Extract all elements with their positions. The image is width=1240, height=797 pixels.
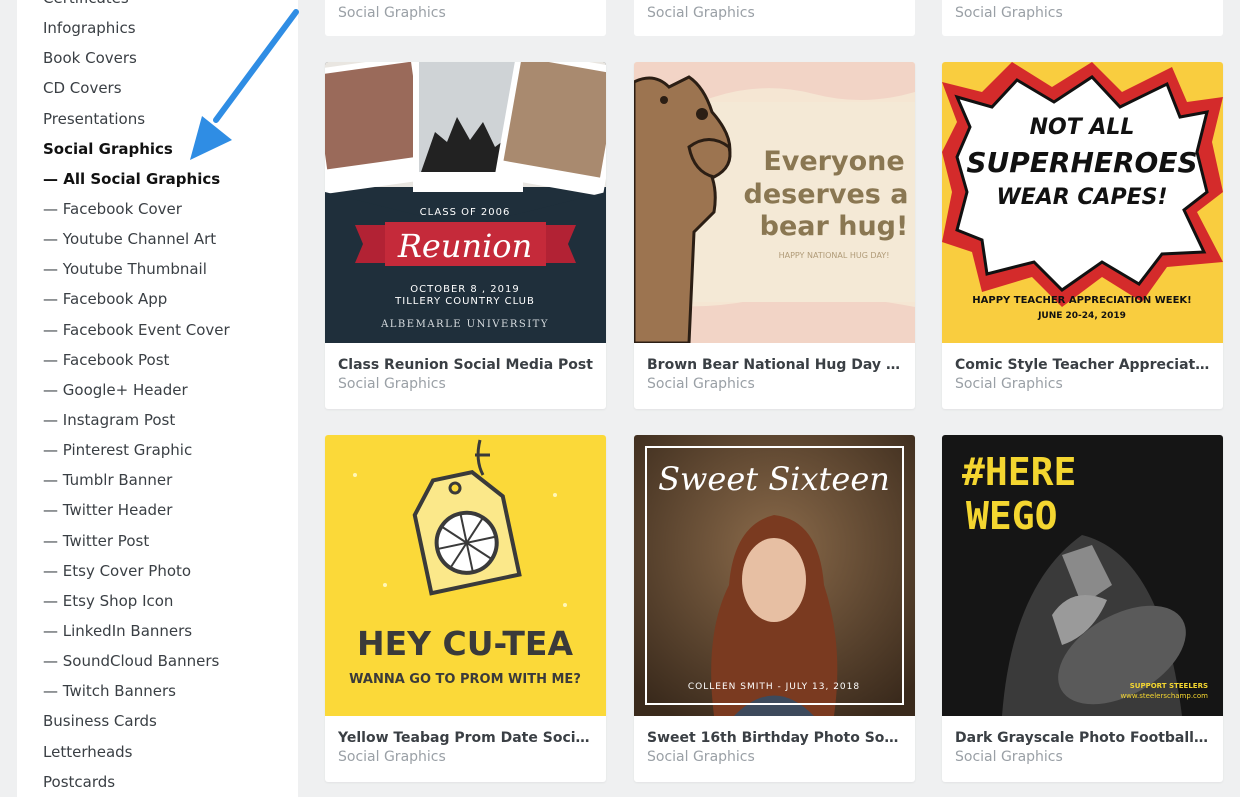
thumb-line1: #HERE — [962, 450, 1076, 494]
template-card-partial[interactable]: Social Graphics — [634, 0, 915, 36]
sidebar-item-linkedin-banners[interactable]: — LinkedIn Banners — [43, 616, 230, 646]
sidebar-item-pinterest-graphic[interactable]: — Pinterest Graphic — [43, 435, 230, 465]
sidebar-item-twitter-header[interactable]: — Twitter Header — [43, 495, 230, 525]
card-thumbnail: #HERE WEGO SUPPORT STEELERS www.steelers… — [942, 435, 1223, 716]
thumb-reunion-script: Reunion — [397, 227, 532, 265]
card-category: Social Graphics — [338, 749, 446, 765]
thumb-sub: HAPPY TEACHER APPRECIATION WEEK! — [972, 295, 1191, 306]
card-thumbnail: Sweet Sixteen COLLEEN SMITH - JULY 13, 2… — [634, 435, 915, 716]
sidebar-item-twitch-banners[interactable]: — Twitch Banners — [43, 676, 230, 706]
sidebar-item-social-graphics[interactable]: Social Graphics — [43, 134, 230, 164]
sidebar-item-postcards[interactable]: Postcards — [43, 767, 230, 797]
thumb-line2: SUPERHEROES — [966, 146, 1197, 179]
sidebar-item-google-plus-header[interactable]: — Google+ Header — [43, 375, 230, 405]
card-title[interactable]: Dark Grayscale Photo Football So... — [955, 730, 1210, 746]
thumb-script: Sweet Sixteen — [658, 460, 890, 498]
sidebar-item-etsy-shop-icon[interactable]: — Etsy Shop Icon — [43, 586, 230, 616]
sidebar-item-book-covers[interactable]: Book Covers — [43, 43, 230, 73]
template-card-yellow-teabag[interactable]: HEY CU-TEA WANNA GO TO PROM WITH ME? Yel… — [325, 435, 606, 782]
sidebar-item-facebook-event-cover[interactable]: — Facebook Event Cover — [43, 315, 230, 345]
template-card-brown-bear[interactable]: Everyone deserves a bear hug! HAPPY NATI… — [634, 62, 915, 409]
thumb-school: ALBEMARLE UNIVERSITY — [380, 319, 549, 330]
thumb-sub: HAPPY NATIONAL HUG DAY! — [779, 251, 890, 260]
thumb-line2: WEGO — [966, 494, 1058, 538]
sidebar-item-presentations[interactable]: Presentations — [43, 104, 230, 134]
thumb-line1: HEY CU-TEA — [357, 624, 573, 663]
sidebar-item-all-social-graphics[interactable]: — All Social Graphics — [43, 164, 230, 194]
thumb-line1: Everyone — [763, 146, 904, 177]
sidebar-item-facebook-app[interactable]: — Facebook App — [43, 284, 230, 314]
category-sidebar: Certificates Infographics Book Covers CD… — [17, 0, 298, 797]
thumb-sub: SUPPORT STEELERS — [1130, 682, 1208, 690]
card-category: Social Graphics — [338, 376, 446, 392]
sidebar-item-soundcloud-banners[interactable]: — SoundCloud Banners — [43, 646, 230, 676]
thumb-caption: COLLEEN SMITH - JULY 13, 2018 — [688, 682, 860, 692]
thumb-line2: WANNA GO TO PROM WITH ME? — [349, 672, 581, 687]
card-title[interactable]: Brown Bear National Hug Day Soc... — [647, 357, 902, 373]
sidebar-item-facebook-post[interactable]: — Facebook Post — [43, 345, 230, 375]
template-card-partial[interactable]: Social Graphics — [325, 0, 606, 36]
card-thumbnail: Everyone deserves a bear hug! HAPPY NATI… — [634, 62, 915, 343]
thumb-line3: bear hug! — [760, 211, 909, 242]
card-category: Social Graphics — [647, 749, 755, 765]
sidebar-item-instagram-post[interactable]: — Instagram Post — [43, 405, 230, 435]
sidebar-item-tumblr-banner[interactable]: — Tumblr Banner — [43, 465, 230, 495]
card-thumbnail: NOT ALL SUPERHEROES WEAR CAPES! HAPPY TE… — [942, 62, 1223, 343]
sidebar-item-infographics[interactable]: Infographics — [43, 13, 230, 43]
thumb-line3: WEAR CAPES! — [996, 185, 1167, 210]
thumb-line1: NOT ALL — [1030, 115, 1135, 140]
card-title[interactable]: Class Reunion Social Media Post — [338, 357, 593, 373]
sidebar-item-etsy-cover-photo[interactable]: — Etsy Cover Photo — [43, 556, 230, 586]
card-category: Social Graphics — [338, 5, 446, 21]
card-title[interactable]: Yellow Teabag Prom Date Social ... — [338, 730, 593, 746]
sidebar-item-certificates[interactable]: Certificates — [43, 0, 230, 13]
sidebar-item-cd-covers[interactable]: CD Covers — [43, 73, 230, 103]
sidebar-item-twitter-post[interactable]: — Twitter Post — [43, 526, 230, 556]
card-category: Social Graphics — [647, 5, 755, 21]
card-category: Social Graphics — [955, 5, 1063, 21]
template-card-class-reunion[interactable]: CLASS OF 2006 Reunion OCTOBER 8 , 2019 T… — [325, 62, 606, 409]
thumb-class-of: CLASS OF 2006 — [420, 207, 511, 218]
card-category: Social Graphics — [955, 749, 1063, 765]
template-card-dark-football[interactable]: #HERE WEGO SUPPORT STEELERS www.steelers… — [942, 435, 1223, 782]
card-category: Social Graphics — [955, 376, 1063, 392]
template-grid: Social Graphics Social Graphics Social G… — [325, 0, 1225, 797]
thumb-venue: TILLERY COUNTRY CLUB — [394, 296, 535, 307]
template-card-partial[interactable]: Social Graphics — [942, 0, 1223, 36]
card-title[interactable]: Sweet 16th Birthday Photo Social ... — [647, 730, 902, 746]
sidebar-item-youtube-thumbnail[interactable]: — Youtube Thumbnail — [43, 254, 230, 284]
sidebar-item-letterheads[interactable]: Letterheads — [43, 737, 230, 767]
sidebar-item-facebook-cover[interactable]: — Facebook Cover — [43, 194, 230, 224]
sidebar-item-youtube-channel-art[interactable]: — Youtube Channel Art — [43, 224, 230, 254]
thumb-date: JUNE 20-24, 2019 — [1037, 311, 1126, 321]
thumb-line2: deserves a — [744, 179, 909, 210]
card-thumbnail: CLASS OF 2006 Reunion OCTOBER 8 , 2019 T… — [325, 62, 606, 343]
template-card-sweet-sixteen[interactable]: Sweet Sixteen COLLEEN SMITH - JULY 13, 2… — [634, 435, 915, 782]
template-card-comic-teacher[interactable]: NOT ALL SUPERHEROES WEAR CAPES! HAPPY TE… — [942, 62, 1223, 409]
category-list: Certificates Infographics Book Covers CD… — [43, 0, 230, 797]
card-title[interactable]: Comic Style Teacher Appreciation... — [955, 357, 1210, 373]
thumb-date: OCTOBER 8 , 2019 — [410, 284, 520, 295]
thumb-url: www.steelerschamp.com — [1120, 692, 1208, 700]
card-thumbnail: HEY CU-TEA WANNA GO TO PROM WITH ME? — [325, 435, 606, 716]
sidebar-item-business-cards[interactable]: Business Cards — [43, 706, 230, 736]
card-category: Social Graphics — [647, 376, 755, 392]
